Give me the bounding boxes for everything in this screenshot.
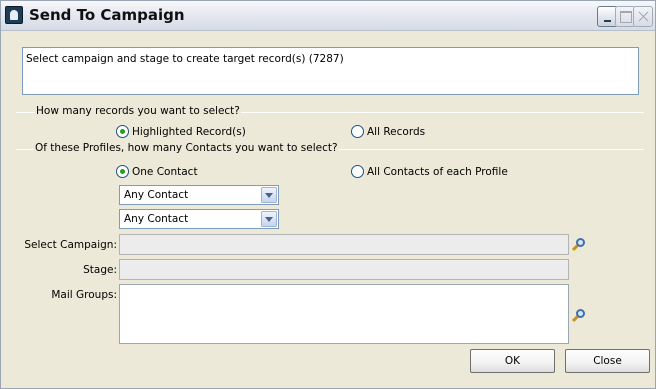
radio-all-contacts-label: All Contacts of each Profile xyxy=(367,166,508,178)
chevron-down-icon[interactable] xyxy=(261,187,277,203)
contact-select-1[interactable]: Any Contact xyxy=(119,185,279,205)
radio-highlighted-records-label: Highlighted Record(s) xyxy=(132,126,246,138)
campaign-app-icon xyxy=(5,6,23,24)
contact-select-2-value: Any Contact xyxy=(124,213,189,225)
radio-all-records[interactable] xyxy=(351,125,364,138)
message-text-area[interactable]: Select campaign and stage to create targ… xyxy=(22,47,639,95)
window-title: Send To Campaign xyxy=(29,6,185,24)
close-button[interactable]: Close xyxy=(565,349,650,373)
radio-all-contacts[interactable] xyxy=(351,165,364,178)
campaign-lookup-magnifier-icon[interactable] xyxy=(571,237,587,253)
stage-field[interactable] xyxy=(119,259,569,280)
title-bar[interactable]: Send To Campaign xyxy=(1,1,655,31)
contact-select-2[interactable]: Any Contact xyxy=(119,209,279,229)
radio-highlighted-records[interactable] xyxy=(116,125,129,138)
select-campaign-label: Select Campaign: xyxy=(24,239,117,251)
mail-groups-lookup-magnifier-icon[interactable] xyxy=(571,308,587,324)
ok-button[interactable]: OK xyxy=(470,349,555,373)
mail-groups-label: Mail Groups: xyxy=(51,289,117,301)
contact-select-1-value: Any Contact xyxy=(124,189,189,201)
contacts-group-label: Of these Profiles, how many Contacts you… xyxy=(34,142,339,154)
radio-all-records-label: All Records xyxy=(367,126,426,138)
radio-one-contact-label: One Contact xyxy=(132,166,198,178)
stage-label: Stage: xyxy=(83,264,117,276)
radio-one-contact[interactable] xyxy=(116,165,129,178)
select-campaign-field[interactable] xyxy=(119,234,569,255)
message-text: Select campaign and stage to create targ… xyxy=(26,53,344,65)
chevron-down-icon[interactable] xyxy=(261,211,277,227)
send-to-campaign-dialog: Send To Campaign Select campaign and sta… xyxy=(0,0,656,389)
dialog-bottom-edge xyxy=(1,379,655,388)
mail-groups-list[interactable] xyxy=(119,284,569,344)
records-group-label: How many records you want to select? xyxy=(35,105,241,117)
close-icon[interactable] xyxy=(633,6,653,27)
